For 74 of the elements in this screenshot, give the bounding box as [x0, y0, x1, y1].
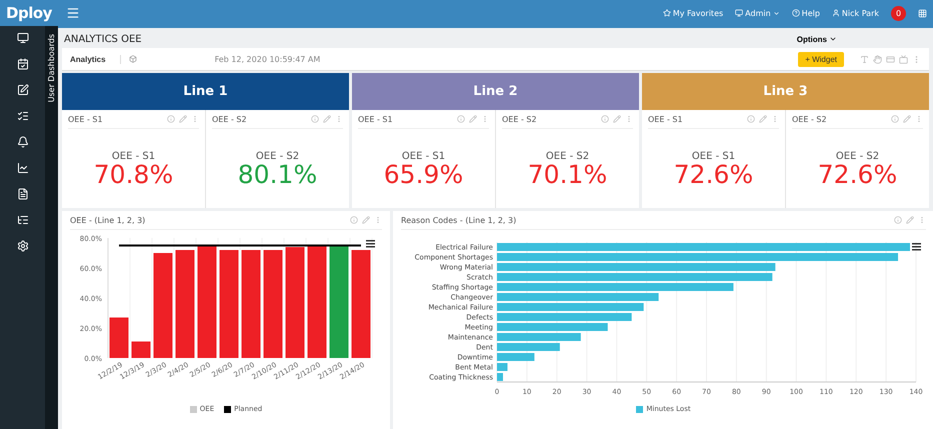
info-icon [350, 216, 358, 224]
metric-label: OEE - S1 [692, 150, 736, 162]
edit-icon[interactable] [16, 84, 28, 96]
panel-label[interactable]: User Dashboards [47, 34, 56, 102]
card-title: OEE - S2 [792, 114, 827, 124]
metric-label: OEE - S2 [256, 150, 300, 162]
cube-icon [128, 55, 137, 63]
tab[interactable]: Analytics [70, 54, 121, 64]
bell-icon[interactable] [16, 136, 28, 148]
metric-label: OEE - S1 [112, 150, 156, 162]
panel-title: OEE - (Line 1, 2, 3) [70, 216, 146, 224]
bar [497, 353, 534, 361]
metric-value: 70.8% [94, 162, 174, 186]
metric-value: 72.6% [674, 162, 754, 186]
menu-icon[interactable] [912, 243, 921, 250]
pencil-icon [323, 115, 331, 123]
timestamp: Feb 12, 2020 10:59:47 AM [214, 54, 322, 64]
metric-value: 72.6% [818, 162, 898, 186]
panel-title: Reason Codes - (Line 1, 2, 3) [401, 216, 516, 224]
add-widget-button[interactable]: + Widget [798, 52, 844, 66]
grid-icon[interactable] [918, 8, 927, 18]
info-icon [601, 115, 609, 123]
pencil-icon [613, 115, 621, 123]
metric-value: 65.9% [384, 162, 464, 186]
card-title: OEE - S1 [648, 114, 683, 124]
settings-icon[interactable] [16, 240, 28, 252]
line-header: Line 3 [642, 73, 929, 110]
info-icon [457, 115, 465, 123]
info-icon [894, 216, 902, 224]
info-icon [891, 115, 899, 123]
page-title: ANALYTICS OEE [64, 34, 142, 44]
document-icon[interactable] [16, 188, 28, 200]
nav-link[interactable]: Nick Park [832, 8, 879, 18]
card-title: OEE - S1 [358, 114, 393, 124]
notification-badge[interactable]: 0 [891, 6, 906, 20]
checklist-icon[interactable] [16, 110, 28, 122]
card-title: OEE - S1 [68, 114, 103, 124]
calendar-icon[interactable] [16, 58, 28, 70]
metric-label: OEE - S2 [836, 150, 880, 162]
caret-icon [772, 10, 780, 16]
pencil-icon [469, 115, 477, 123]
user-icon [832, 9, 840, 17]
monitor-icon[interactable] [16, 32, 28, 44]
logo: Dploy [6, 4, 53, 22]
card-title: OEE - S2 [502, 114, 537, 124]
pencil-icon [906, 216, 914, 224]
metric-value: 70.1% [528, 162, 608, 186]
line-header: Line 1 [62, 73, 349, 110]
bar [497, 373, 503, 381]
pencil-icon [759, 115, 767, 123]
metric-value: 80.1% [238, 162, 318, 186]
info-icon [747, 115, 755, 123]
metric-label: OEE - S2 [546, 150, 590, 162]
line-header: Line 2 [352, 73, 639, 110]
menu-icon[interactable] [366, 240, 375, 248]
monitor-icon [735, 9, 744, 17]
pencil-icon [903, 115, 911, 123]
options-button[interactable]: Options [796, 34, 837, 44]
card-title: OEE - S2 [212, 114, 247, 124]
caret-icon [829, 35, 837, 43]
nav-link[interactable]: Help [792, 8, 820, 18]
pencil-icon [179, 115, 187, 123]
bar [497, 343, 560, 351]
star-icon [662, 9, 671, 17]
line-chart-icon[interactable] [16, 162, 28, 174]
help-icon [792, 9, 800, 17]
metric-label: OEE - S1 [402, 150, 446, 162]
list-icon[interactable] [16, 214, 28, 226]
info-icon [167, 115, 175, 123]
nav-link[interactable]: My Favorites [662, 8, 724, 18]
info-icon [311, 115, 319, 123]
pencil-icon [362, 216, 370, 224]
bar [497, 363, 508, 371]
nav-link[interactable]: Admin [735, 8, 780, 18]
